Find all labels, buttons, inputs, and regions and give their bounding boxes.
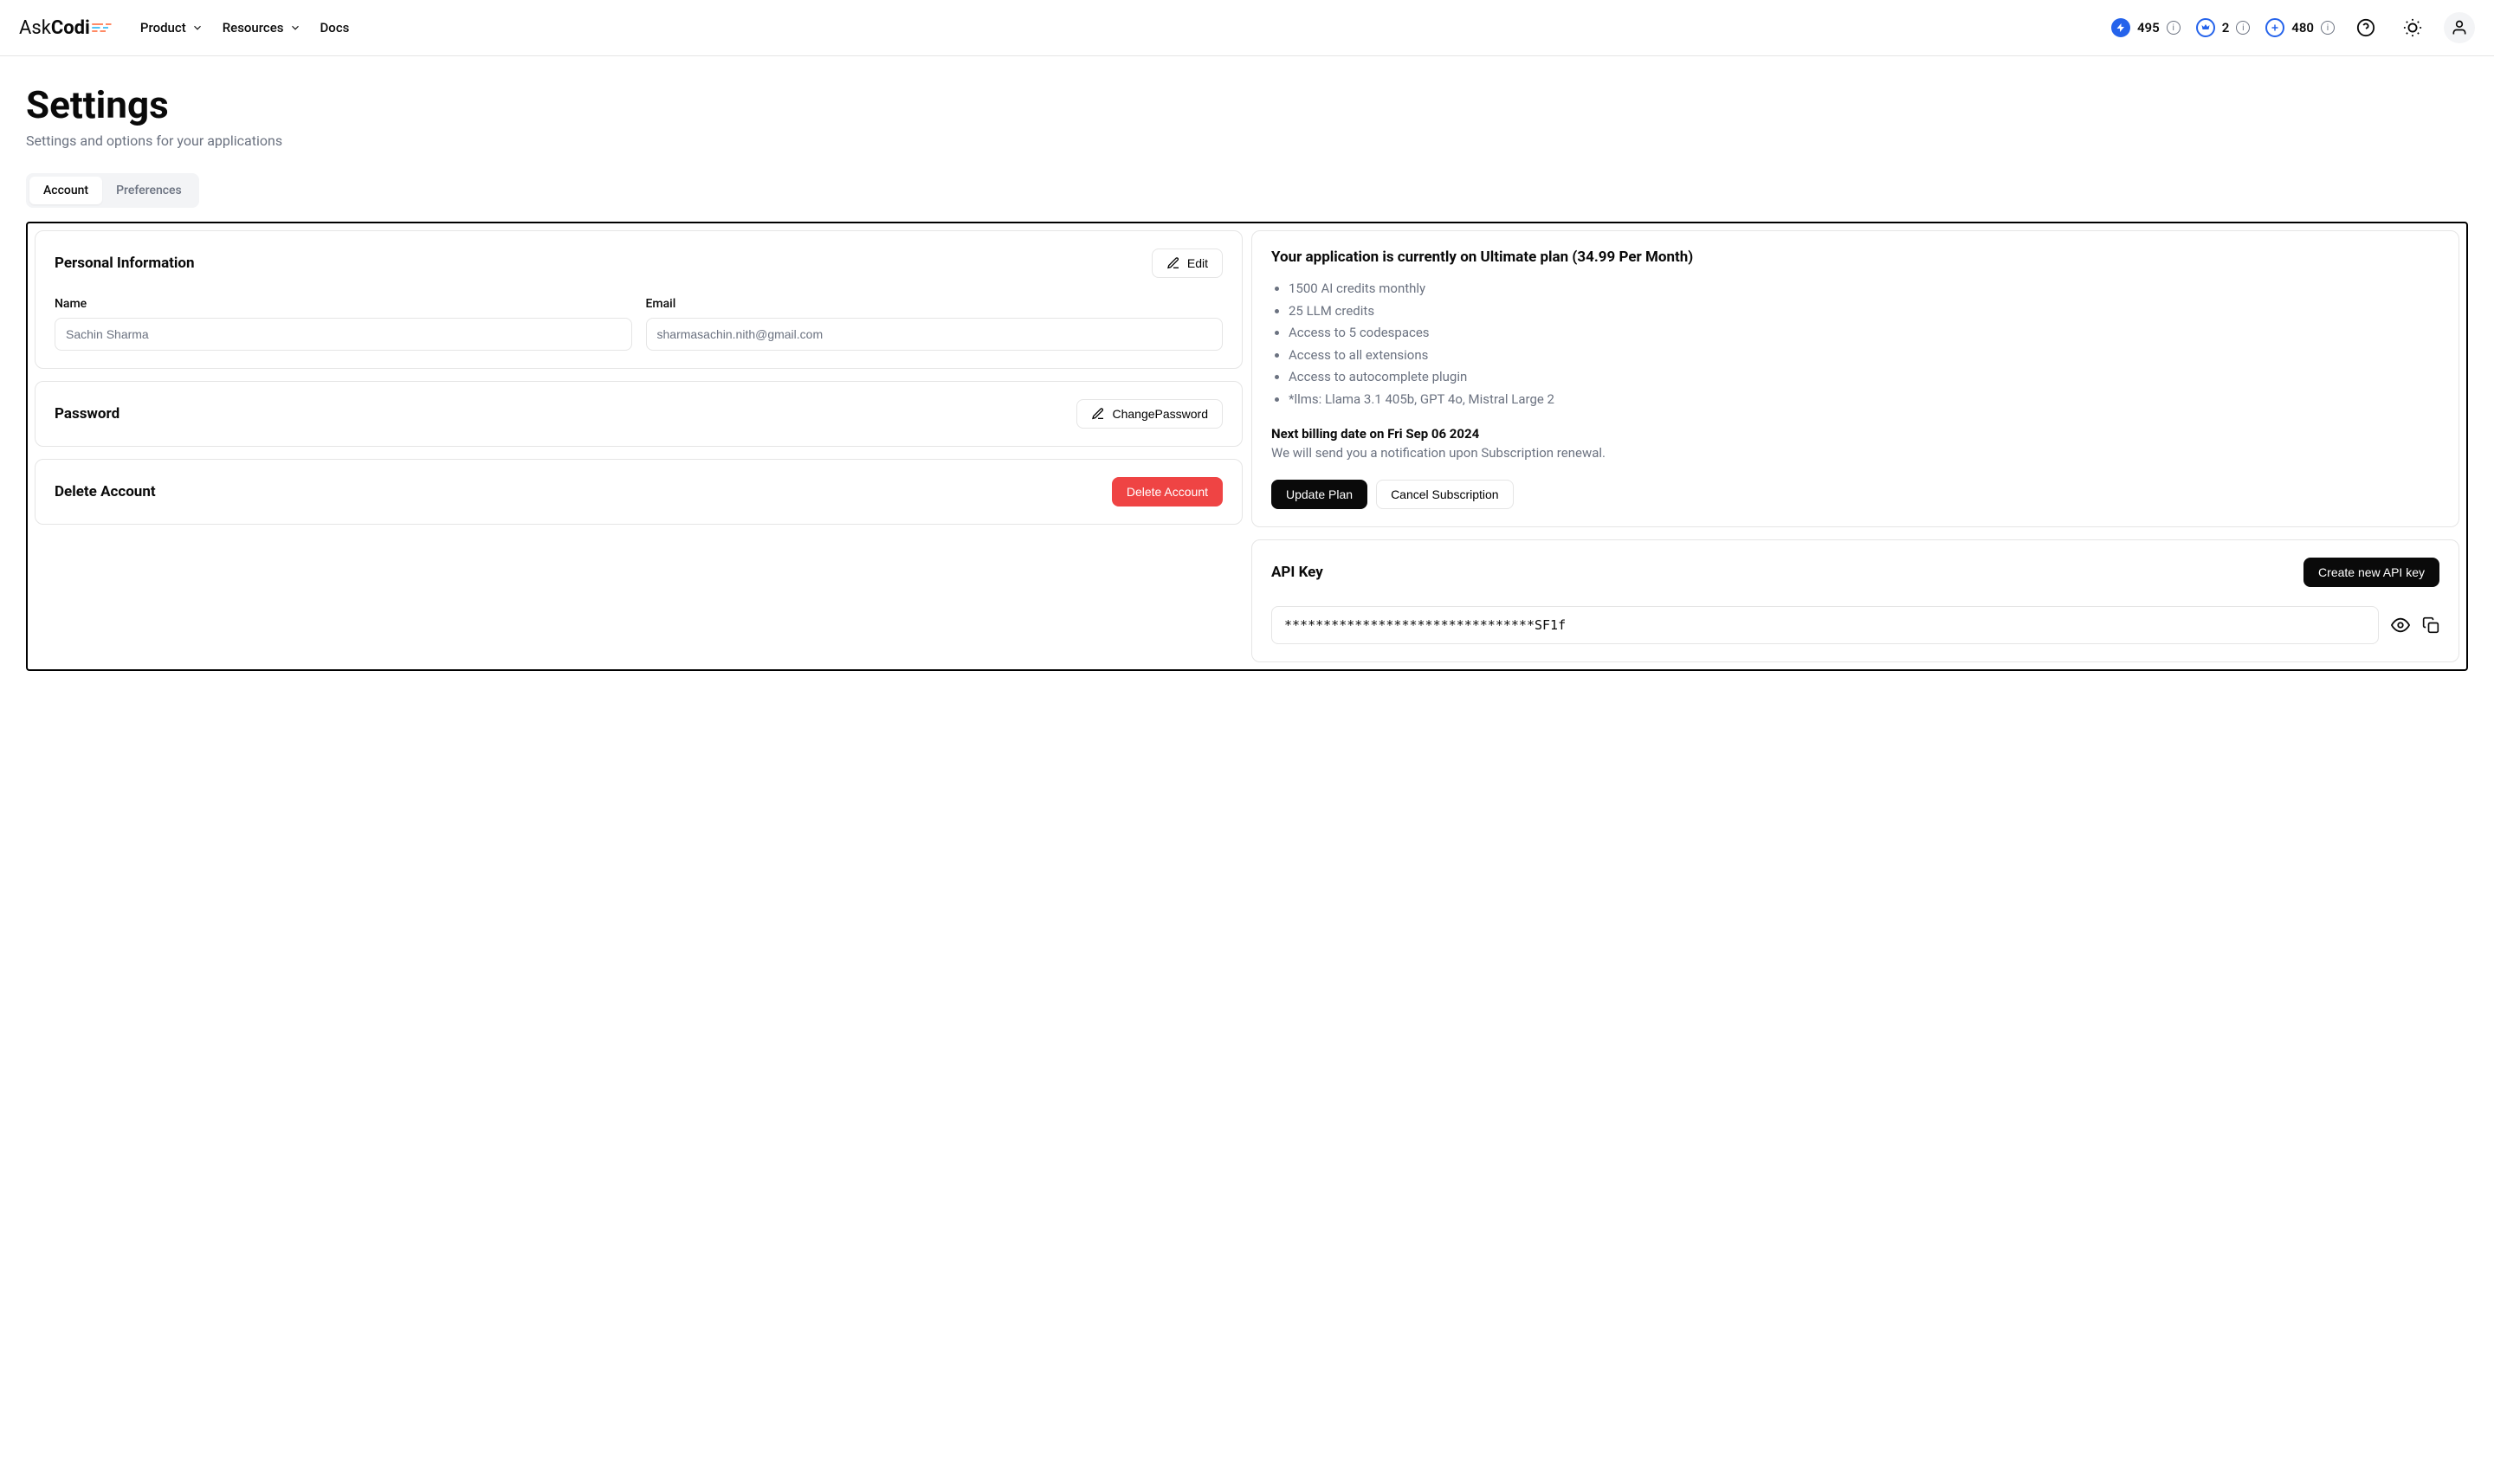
copy-icon	[2422, 616, 2439, 634]
logo-text-1: Ask	[19, 17, 51, 39]
credits-bolt[interactable]: 495 i	[2111, 18, 2181, 37]
plus-value: 480	[2291, 20, 2314, 35]
plan-feature: *llms: Llama 3.1 405b, GPT 4o, Mistral L…	[1289, 389, 2439, 411]
delete-account-button[interactable]: Delete Account	[1112, 477, 1223, 506]
help-button[interactable]	[2350, 12, 2381, 43]
edit-icon	[1166, 256, 1180, 270]
change-password-button[interactable]: ChangePassword	[1076, 399, 1223, 429]
plan-title: Your application is currently on Ultimat…	[1271, 248, 2439, 266]
reveal-key-button[interactable]	[2391, 616, 2410, 635]
api-key-card: API Key Create new API key	[1251, 539, 2459, 662]
settings-tabs: Account Preferences	[26, 173, 199, 208]
tab-account[interactable]: Account	[29, 177, 102, 204]
credits-crown[interactable]: 2 i	[2196, 18, 2251, 37]
personal-info-card: Personal Information Edit Name Email	[35, 230, 1243, 369]
info-icon[interactable]: i	[2321, 21, 2335, 35]
delete-account-card: Delete Account Delete Account	[35, 459, 1243, 525]
main-nav: Product Resources Docs	[140, 20, 349, 35]
bolt-value: 495	[2137, 20, 2160, 35]
name-label: Name	[55, 297, 632, 311]
api-key-input[interactable]	[1271, 606, 2379, 644]
tab-preferences[interactable]: Preferences	[102, 177, 196, 204]
crown-value: 2	[2222, 20, 2230, 35]
info-icon[interactable]: i	[2167, 21, 2181, 35]
plan-feature: 25 LLM credits	[1289, 300, 2439, 323]
nav-docs[interactable]: Docs	[320, 20, 350, 35]
create-api-key-button[interactable]: Create new API key	[2303, 558, 2439, 587]
email-input[interactable]	[646, 318, 1224, 351]
eye-icon	[2391, 616, 2410, 635]
cancel-subscription-button[interactable]: Cancel Subscription	[1376, 480, 1514, 509]
copy-key-button[interactable]	[2422, 616, 2439, 634]
bolt-icon	[2111, 18, 2130, 37]
chevron-down-icon	[191, 22, 204, 34]
info-icon[interactable]: i	[2236, 21, 2250, 35]
logo-text-2: Codi	[51, 17, 90, 39]
main-content: Settings Settings and options for your a…	[0, 56, 2494, 697]
theme-toggle[interactable]	[2397, 12, 2428, 43]
change-password-label: ChangePassword	[1112, 407, 1208, 421]
nav-product-label: Product	[140, 20, 186, 35]
logo-decoration-icon	[92, 23, 120, 32]
header-right: 495 i 2 i 480 i	[2111, 12, 2475, 43]
right-column: Your application is currently on Ultimat…	[1251, 230, 2459, 662]
chevron-down-icon	[289, 22, 301, 34]
logo[interactable]: AskCodi	[19, 17, 120, 39]
nav-resources-label: Resources	[223, 20, 284, 35]
page-subtitle: Settings and options for your applicatio…	[26, 132, 2468, 149]
header-left: AskCodi Product Resources Docs	[19, 17, 349, 39]
crown-icon	[2196, 18, 2215, 37]
delete-account-title: Delete Account	[55, 483, 156, 500]
plan-card: Your application is currently on Ultimat…	[1251, 230, 2459, 527]
email-label: Email	[646, 297, 1224, 311]
nav-docs-label: Docs	[320, 20, 350, 35]
plan-feature: Access to all extensions	[1289, 345, 2439, 367]
user-avatar[interactable]	[2444, 12, 2475, 43]
edit-icon	[1091, 407, 1105, 421]
billing-note: We will send you a notification upon Sub…	[1271, 445, 2439, 461]
sun-icon	[2403, 18, 2422, 37]
page-title: Settings	[26, 82, 2468, 127]
nav-product[interactable]: Product	[140, 20, 204, 35]
edit-button[interactable]: Edit	[1152, 248, 1223, 278]
update-plan-button[interactable]: Update Plan	[1271, 480, 1367, 509]
api-key-title: API Key	[1271, 564, 1323, 581]
plan-feature: Access to autocomplete plugin	[1289, 366, 2439, 389]
user-icon	[2451, 19, 2468, 36]
left-column: Personal Information Edit Name Email	[35, 230, 1243, 662]
plan-feature: 1500 AI credits monthly	[1289, 278, 2439, 300]
credits-plus[interactable]: 480 i	[2265, 18, 2335, 37]
plan-feature: Access to 5 codespaces	[1289, 322, 2439, 345]
app-header: AskCodi Product Resources Docs 495 i	[0, 0, 2494, 56]
email-field-group: Email	[646, 297, 1224, 351]
content-frame: Personal Information Edit Name Email	[26, 222, 2468, 671]
password-title: Password	[55, 405, 120, 423]
help-icon	[2356, 18, 2375, 37]
password-card: Password ChangePassword	[35, 381, 1243, 447]
plus-circle-icon	[2265, 18, 2284, 37]
name-input[interactable]	[55, 318, 632, 351]
personal-info-title: Personal Information	[55, 255, 195, 272]
nav-resources[interactable]: Resources	[223, 20, 301, 35]
edit-label: Edit	[1187, 256, 1208, 270]
name-field-group: Name	[55, 297, 632, 351]
plan-features: 1500 AI credits monthly 25 LLM credits A…	[1271, 278, 2439, 410]
billing-date: Next billing date on Fri Sep 06 2024	[1271, 426, 2439, 442]
